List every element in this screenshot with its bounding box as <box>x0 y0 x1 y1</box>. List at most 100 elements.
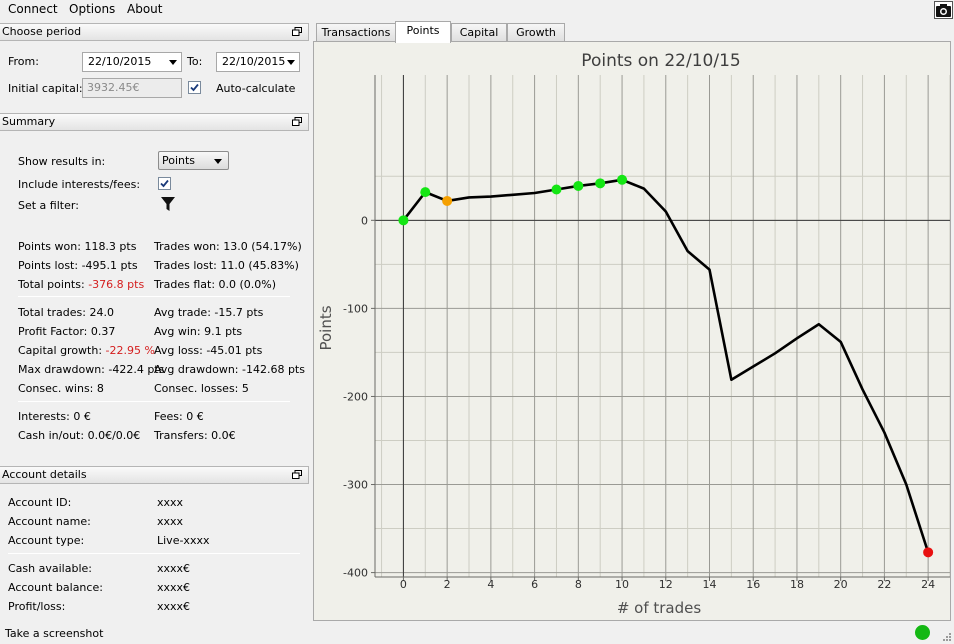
account-name-label: Account name: <box>8 515 91 528</box>
choose-period-title: Choose period <box>2 25 82 38</box>
x-tick-label: 2 <box>444 578 451 591</box>
chevron-down-icon <box>214 159 222 164</box>
capital-growth-value: -22.95 % <box>105 344 155 357</box>
filter-icon[interactable] <box>160 196 176 213</box>
x-tick-label: 6 <box>531 578 538 591</box>
check-icon <box>190 83 199 92</box>
account-type-value: Live-xxxx <box>157 534 210 547</box>
avg-trade: Avg trade: -15.7 pts <box>154 306 264 319</box>
profit-factor: Profit Factor: 0.37 <box>18 325 116 338</box>
transfers: Transfers: 0.0€ <box>154 429 236 442</box>
data-point-neutral <box>442 195 453 206</box>
show-results-select[interactable]: Points <box>158 151 229 170</box>
account-id-value: xxxx <box>157 496 184 509</box>
chevron-down-icon <box>169 60 177 65</box>
consec-wins: Consec. wins: 8 <box>18 382 104 395</box>
y-tick-label: -100 <box>343 302 368 315</box>
menu-connect[interactable]: Connect <box>7 2 59 16</box>
trades-flat: Trades flat: 0.0 (0.0%) <box>154 278 277 291</box>
connection-status-icon <box>915 625 930 640</box>
menu-about[interactable]: About <box>126 2 163 16</box>
show-results-label: Show results in: <box>18 155 106 168</box>
include-fees-checkbox[interactable] <box>158 177 171 190</box>
account-name-value: xxxx <box>157 515 184 528</box>
divider <box>18 296 290 297</box>
data-point-positive <box>398 215 409 226</box>
avg-win: Avg win: 9.1 pts <box>154 325 243 338</box>
y-tick-label: -200 <box>343 390 368 403</box>
auto-calculate-checkbox[interactable] <box>188 81 201 94</box>
menu-options[interactable]: Options <box>68 2 116 16</box>
window-restore-icon[interactable] <box>292 470 302 479</box>
from-date-value: 22/10/2015 <box>88 55 152 68</box>
summary-title: Summary <box>2 115 56 128</box>
from-date-combo[interactable]: 22/10/2015 <box>82 52 182 72</box>
interests: Interests: 0 € <box>18 410 91 423</box>
avg-drawdown: Avg drawdown: -142.68 pts <box>154 363 305 376</box>
cash-available-label: Cash available: <box>8 562 92 575</box>
total-points-label: Total points: <box>18 278 85 291</box>
tab-growth[interactable]: Growth <box>507 23 565 42</box>
auto-calculate-label: Auto-calculate <box>216 82 296 95</box>
status-text: Take a screenshot <box>5 627 104 640</box>
tab-transactions[interactable]: Transactions <box>316 23 396 42</box>
account-id-label: Account ID: <box>8 496 72 509</box>
points-tab-pane: 0 2 4 6 8 10 12 14 16 18 20 22 24 0 -100 -200 -300 -400 … <box>313 41 951 621</box>
x-tick-label: 16 <box>746 578 760 591</box>
max-drawdown: Max drawdown: -422.4 pts <box>18 363 165 376</box>
x-tick-label: 24 <box>921 578 935 591</box>
total-trades: Total trades: 24.0 <box>18 306 114 319</box>
points-won: Points won: 118.3 pts <box>18 240 137 253</box>
total-points-value: -376.8 pts <box>88 278 145 291</box>
divider <box>8 553 300 554</box>
x-tick-label: 12 <box>659 578 673 591</box>
account-balance-label: Account balance: <box>8 581 103 594</box>
initial-capital-value: 3932.45€ <box>87 81 140 94</box>
avg-loss: Avg loss: -45.01 pts <box>154 344 263 357</box>
x-axis-label: # of trades <box>617 599 702 617</box>
data-point-positive <box>551 184 562 195</box>
total-points: Total points: -376.8 pts <box>18 278 144 291</box>
profit-loss-value: xxxx€ <box>157 600 191 613</box>
consec-losses: Consec. losses: 5 <box>154 382 249 395</box>
tab-points[interactable]: Points <box>395 21 451 43</box>
data-point-positive <box>617 174 628 185</box>
trades-won: Trades won: 13.0 (54.17%) <box>154 240 302 253</box>
include-fees-label: Include interests/fees: <box>18 178 141 191</box>
capital-growth-label: Capital growth: <box>18 344 103 357</box>
window-restore-icon[interactable] <box>292 27 302 36</box>
window-restore-icon[interactable] <box>292 117 302 126</box>
camera-icon[interactable] <box>934 1 953 19</box>
to-date-combo[interactable]: 22/10/2015 <box>216 52 300 72</box>
account-type-label: Account type: <box>8 534 85 547</box>
y-axis-label: Points <box>317 305 335 350</box>
y-tick-label: 0 <box>361 214 368 227</box>
initial-capital-input[interactable]: 3932.45€ <box>82 78 182 98</box>
choose-period-header: Choose period <box>0 23 309 41</box>
to-date-value: 22/10/2015 <box>222 55 286 68</box>
initial-capital-label: Initial capital: <box>8 82 83 95</box>
menu-bar: Connect Options About <box>0 0 954 20</box>
x-tick-label: 8 <box>575 578 582 591</box>
data-point-negative <box>923 547 934 558</box>
tab-capital[interactable]: Capital <box>451 23 507 42</box>
summary-header: Summary <box>0 113 309 131</box>
x-tick-label: 18 <box>790 578 804 591</box>
y-tick-label: -400 <box>343 567 368 580</box>
x-tick-label: 14 <box>703 578 717 591</box>
x-tick-label: 22 <box>877 578 891 591</box>
cash-in-out: Cash in/out: 0.0€/0.0€ <box>18 429 141 442</box>
divider <box>18 401 290 402</box>
points-lost: Points lost: -495.1 pts <box>18 259 138 272</box>
set-filter-label: Set a filter: <box>18 199 79 212</box>
from-label: From: <box>8 55 39 68</box>
resize-grip-icon[interactable] <box>941 631 952 642</box>
data-point-positive <box>573 180 584 191</box>
x-tick-label: 10 <box>615 578 629 591</box>
x-tick-label: 4 <box>487 578 494 591</box>
data-point-positive <box>595 178 606 189</box>
status-bar: Take a screenshot <box>0 624 954 644</box>
trades-lost: Trades lost: 11.0 (45.83%) <box>154 259 299 272</box>
cash-available-value: xxxx€ <box>157 562 191 575</box>
account-details-header: Account details <box>0 466 309 484</box>
